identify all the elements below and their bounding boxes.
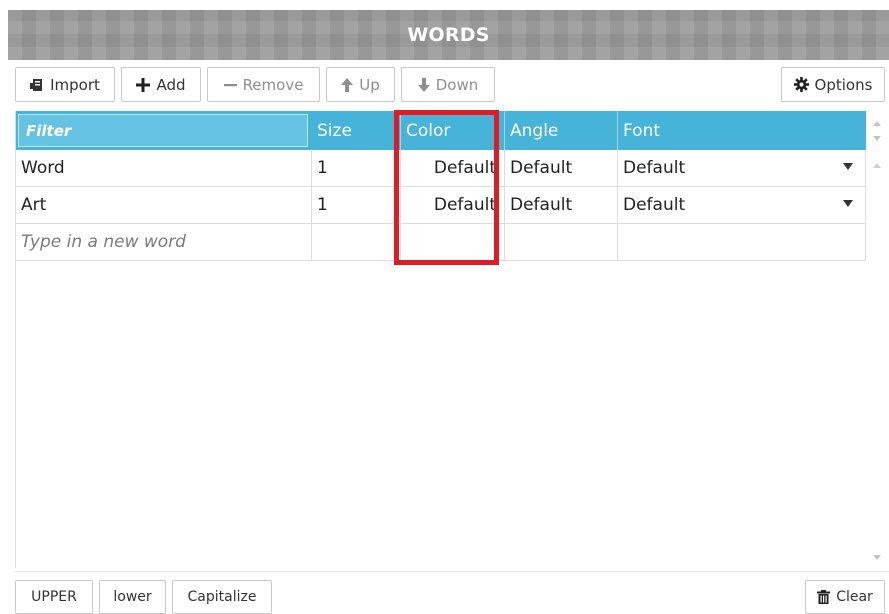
lowercase-button-label: lower [113,589,152,605]
down-button[interactable]: Down [401,67,495,102]
clear-button-label: Clear [836,589,873,605]
word-cell[interactable]: Word [16,150,312,186]
column-header-size[interactable]: Size [312,111,401,150]
uppercase-button[interactable]: UPPER [15,580,93,614]
font-cell[interactable]: Default [618,187,866,223]
font-value: Default [623,195,686,215]
remove-button-label: Remove [242,75,304,94]
chevron-down-icon[interactable] [843,163,853,170]
color-column-highlight [394,110,499,265]
scroll-up-arrow-icon[interactable] [873,121,881,126]
scroll-down-arrow-icon[interactable] [873,555,881,560]
font-cell[interactable]: Default [618,150,866,186]
import-button-label: Import [50,75,100,94]
angle-cell[interactable]: Default [505,150,618,186]
angle-cell[interactable]: Default [505,187,618,223]
add-button-label: Add [156,75,186,94]
words-panel-header: WORDS [8,10,889,60]
gear-icon [793,77,809,92]
uppercase-button-label: UPPER [31,589,77,605]
capitalize-button-label: Capitalize [187,589,257,605]
scroll-track-up-icon[interactable] [873,163,881,168]
panel-title: WORDS [407,24,490,46]
font-value: Default [623,158,686,178]
arrow-up-icon [341,77,354,92]
trash-icon [817,590,831,604]
angle-cell[interactable] [505,224,618,260]
import-button[interactable]: Import [15,67,115,102]
column-header-angle[interactable]: Angle [505,111,618,150]
capitalize-button[interactable]: Capitalize [172,580,272,614]
down-button-label: Down [435,75,479,94]
plus-icon [136,77,151,92]
size-cell[interactable]: 1 [312,187,401,223]
up-button-label: Up [359,75,380,94]
scrollbar[interactable] [867,111,887,568]
options-button[interactable]: Options [781,67,885,102]
minus-icon [223,78,237,92]
clear-button[interactable]: Clear [805,580,885,614]
column-header-font[interactable]: Font [618,111,866,150]
arrow-down-icon [417,77,430,92]
filter-input[interactable]: Filter [18,114,308,147]
footer-divider [15,571,889,572]
size-cell[interactable]: 1 [312,150,401,186]
chevron-down-icon[interactable] [843,200,853,207]
font-cell[interactable] [618,224,866,260]
lowercase-button[interactable]: lower [99,580,166,614]
options-button-label: Options [814,75,873,94]
size-cell[interactable] [312,224,401,260]
import-icon [30,78,44,92]
scroll-down-small-icon[interactable] [873,136,881,141]
new-word-input[interactable]: Type in a new word [16,224,312,260]
add-button[interactable]: Add [121,67,201,102]
remove-button[interactable]: Remove [207,67,320,102]
word-cell[interactable]: Art [16,187,312,223]
up-button[interactable]: Up [326,67,395,102]
